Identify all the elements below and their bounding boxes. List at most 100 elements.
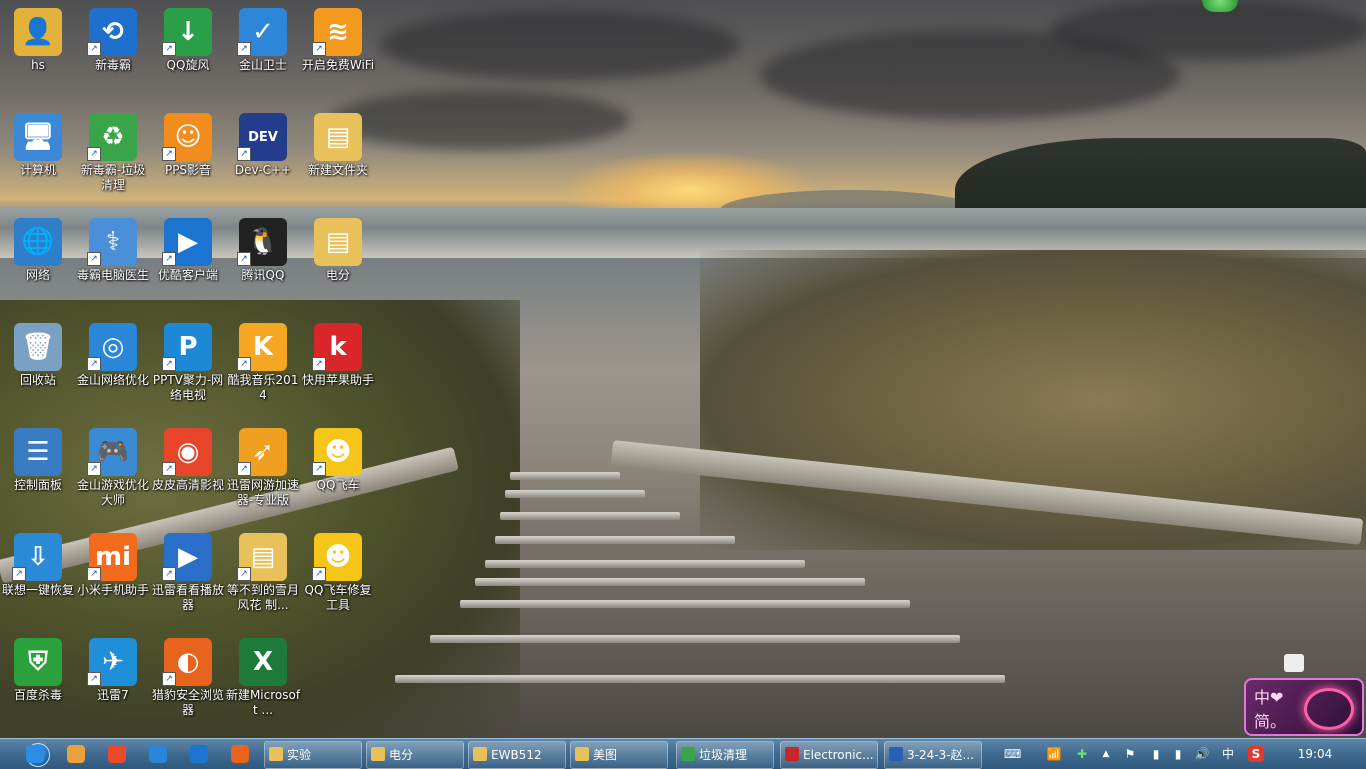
shortcut-arrow-icon: ↗ [87, 42, 101, 56]
desktop-icon[interactable]: ◎ ↗ 金山网络优化 [75, 323, 151, 428]
taskbar-button[interactable]: Electronic... [780, 741, 878, 769]
shortcut-arrow-icon: ↗ [87, 567, 101, 581]
shortcut-arrow-icon: ↗ [237, 567, 251, 581]
desktop-icon[interactable]: K ↗ 酷我音乐2014 [225, 323, 301, 428]
desktop-icon[interactable]: ◉ ↗ 皮皮高清影视 [150, 428, 226, 533]
shortcut-arrow-icon: ↗ [87, 252, 101, 266]
desktop-icon-label: 开启免费WiFi [301, 58, 375, 72]
shortcut-arrow-icon: ↗ [237, 462, 251, 476]
desktop-icon-label: hs [31, 58, 45, 72]
desktop-icon[interactable]: 🐧 ↗ 腾讯QQ [225, 218, 301, 323]
desktop-icon[interactable]: ♻ ↗ 新毒霸-垃圾清理 [75, 113, 151, 218]
desktop-icon-label: 猎豹安全浏览器 [151, 688, 224, 717]
ime-language-indicator[interactable]: 中 [1220, 746, 1236, 762]
desktop-icon[interactable]: 🖥 计算机 [0, 113, 76, 218]
desktop-icon[interactable]: ☻ ↗ QQ飞车 [300, 428, 376, 533]
shortcut-arrow-icon: ↗ [162, 357, 176, 371]
desktop-icon[interactable]: ▶ ↗ 迅雷看看播放器 [150, 533, 226, 638]
window-icon [473, 747, 487, 761]
desktop-icon[interactable]: 🌐 网络 [0, 218, 76, 323]
app-icon: 🌐 [14, 218, 62, 266]
shortcut-arrow-icon: ↗ [162, 252, 176, 266]
ie-icon[interactable] [26, 745, 44, 763]
desktop-icon[interactable]: X 新建Microsoft ... [225, 638, 301, 743]
app-icon: X [239, 638, 287, 686]
shortcut-arrow-icon: ↗ [162, 672, 176, 686]
desktop-icon[interactable]: ▶ ↗ 优酷客户端 [150, 218, 226, 323]
desktop-icon-label: 电分 [325, 268, 350, 282]
desktop-icon-label: 酷我音乐2014 [227, 373, 299, 402]
volume-icon[interactable]: 🔊 [1194, 746, 1210, 762]
desktop-icon[interactable]: ☻ ↗ QQ飞车修复工具 [300, 533, 376, 638]
keyboard-icon[interactable]: ⌨ [1004, 746, 1021, 762]
app-icon: ▤ [314, 113, 362, 161]
desktop-icon-label: 网络 [25, 268, 50, 282]
taskbar-button-label: Electronic... [803, 748, 874, 762]
folder-gift-icon[interactable] [67, 745, 85, 763]
media-icon[interactable] [190, 745, 208, 763]
desktop-icon[interactable]: ⇩ ↗ 联想一键恢复 [0, 533, 76, 638]
desktop-icon-label: 计算机 [19, 163, 56, 177]
weibo-icon[interactable] [108, 745, 126, 763]
desktop-icon[interactable]: ▤ ↗ 等不到的雪月风花 制... [225, 533, 301, 638]
desktop-icon[interactable]: ▤ 电分 [300, 218, 376, 323]
desktop-icon[interactable]: ✈ ↗ 迅雷7 [75, 638, 151, 743]
browser-icon[interactable] [149, 745, 167, 763]
desktop-icon[interactable]: ↓ ↗ QQ旋风 [150, 8, 226, 113]
desktop-icon[interactable]: ☰ 控制面板 [0, 428, 76, 533]
shortcut-arrow-icon: ↗ [162, 147, 176, 161]
desktop-icon[interactable]: ▤ 新建文件夹 [300, 113, 376, 218]
headland [955, 138, 1366, 212]
action-center-flag-icon[interactable]: ⚑ [1122, 746, 1138, 762]
sogou-ime-icon[interactable]: S [1248, 746, 1264, 762]
window-icon [785, 747, 799, 761]
desktop-icon[interactable]: P ↗ PPTV聚力-网络电视 [150, 323, 226, 428]
shortcut-arrow-icon: ↗ [12, 567, 26, 581]
desktop-icon[interactable]: mi ↗ 小米手机助手 [75, 533, 151, 638]
desktop-icon[interactable]: DEV ↗ Dev-C++ [225, 113, 301, 218]
shortcut-arrow-icon: ↗ [237, 42, 251, 56]
desktop-icon-label: QQ飞车 [316, 478, 360, 492]
desktop-icon[interactable]: ➶ ↗ 迅雷网游加速器-专业版 [225, 428, 301, 533]
desktop-icon[interactable]: ⟲ ↗ 新毒霸 [75, 8, 151, 113]
desktop-icon-label: 回收站 [19, 373, 56, 387]
desktop-icon-label: 毒霸电脑医生 [76, 268, 149, 282]
desktop-icon[interactable]: ✓ ↗ 金山卫士 [225, 8, 301, 113]
ime-skin-widget[interactable]: 中❤ 简。 [1244, 678, 1364, 736]
taskbar-button[interactable]: EWB512 [468, 741, 566, 769]
desktop-icon[interactable]: 🎮 ↗ 金山游戏优化大师 [75, 428, 151, 533]
boardwalk-stairs [390, 470, 1030, 730]
taskbar: 实验 电分 EWB512 美图 垃圾清理 Electronic... 3-24-3-赵...… [0, 738, 1366, 769]
taskbar-button-label: EWB512 [491, 748, 542, 762]
desktop-icon[interactable]: ⛨ 百度杀毒 [0, 638, 76, 743]
shortcut-arrow-icon: ↗ [162, 462, 176, 476]
battery-icon[interactable]: ▮ [1148, 746, 1164, 762]
taskbar-button[interactable]: 实验 [264, 741, 362, 769]
desktop-icon[interactable]: 👤 hs [0, 8, 76, 113]
desktop-icon[interactable]: 🗑 回收站 [0, 323, 76, 428]
app-icon: 🖥 [14, 113, 62, 161]
firefox-icon[interactable] [231, 745, 249, 763]
desktop-icon-label: 小米手机助手 [76, 583, 149, 597]
taskbar-button[interactable]: 3-24-3-赵... [884, 741, 982, 769]
desktop-icon[interactable]: ⚕ ↗ 毒霸电脑医生 [75, 218, 151, 323]
desktop-icon[interactable]: k ↗ 快用苹果助手 [300, 323, 376, 428]
desktop-icon-label: 迅雷网游加速器-专业版 [226, 478, 299, 507]
signal-strength-icon[interactable]: ▮ [1170, 746, 1186, 762]
window-icon [575, 747, 589, 761]
system-clock[interactable]: 19:04 [1290, 739, 1340, 769]
taskbar-button[interactable]: 美图 [570, 741, 668, 769]
desktop-icon[interactable]: ☺ ↗ PPS影音 [150, 113, 226, 218]
taskbar-button[interactable]: 垃圾清理 [676, 741, 774, 769]
desktop-icon[interactable]: ≋ ↗ 开启免费WiFi [300, 8, 376, 113]
desktop-icon[interactable]: ◐ ↗ 猎豹安全浏览器 [150, 638, 226, 743]
app-icon: 👤 [14, 8, 62, 56]
network-icon[interactable]: 📶 [1046, 746, 1062, 762]
desktop-icon-label: 金山游戏优化大师 [76, 478, 149, 507]
heart-icon [1304, 688, 1354, 730]
taskbar-button[interactable]: 电分 [366, 741, 464, 769]
usb-device-icon[interactable] [1284, 654, 1304, 672]
security-shield-icon[interactable]: ✚ [1074, 746, 1090, 762]
app-icon: 🗑 [14, 323, 62, 371]
show-hidden-icons-arrow[interactable]: ▲ [1098, 746, 1114, 762]
